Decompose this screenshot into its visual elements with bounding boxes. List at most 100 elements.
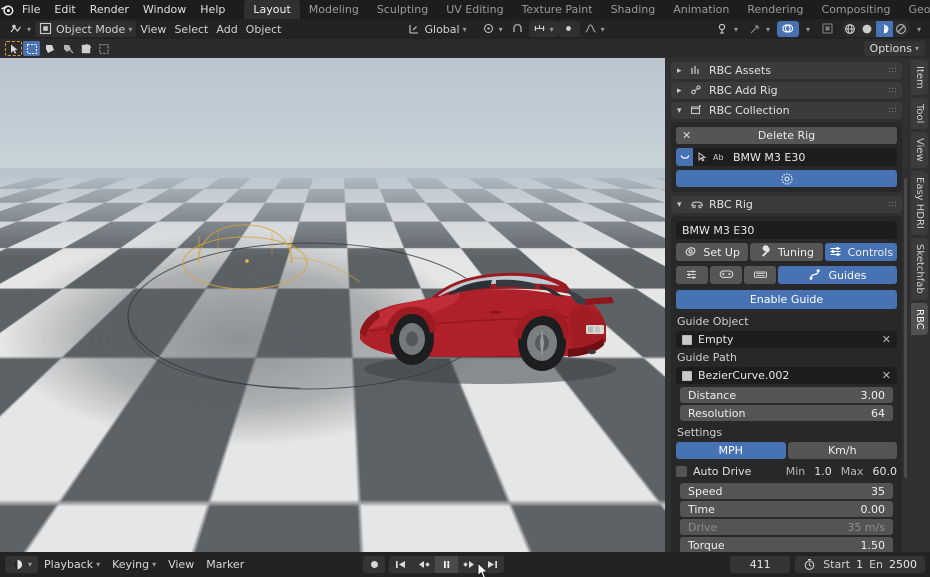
rendered-shading-icon[interactable] — [893, 21, 910, 37]
current-frame-field[interactable]: 411 — [730, 556, 791, 573]
torque-slider[interactable]: Torque 1.50 — [680, 537, 893, 552]
overlays-chevron-button[interactable]: ▾ — [802, 21, 814, 37]
guide-path-field[interactable]: BezierCurve.002 ✕ — [676, 367, 897, 384]
show-overlays-toggle[interactable] — [776, 21, 799, 37]
solid-shading-icon[interactable] — [859, 21, 876, 37]
panel-rbc-assets[interactable]: ▸ RBC Assets — [671, 62, 902, 79]
sidebar-tab-view[interactable]: View — [911, 132, 928, 168]
use-preview-range-icon[interactable] — [803, 558, 817, 572]
toggle-xray-button[interactable] — [817, 21, 839, 37]
tab-layout[interactable]: Layout — [244, 0, 300, 19]
subtab-keyboard[interactable] — [744, 266, 776, 284]
auto-drive-max-value[interactable]: 60.0 — [873, 465, 898, 478]
subtab-sliders[interactable] — [676, 266, 708, 284]
material-preview-shading-icon[interactable] — [875, 21, 893, 37]
collection-toggle-icon[interactable] — [676, 148, 693, 166]
falloff-selector[interactable]: ▾ — [580, 21, 609, 37]
pivot-point-selector[interactable]: ▾ — [478, 21, 507, 37]
viewport-menu-view[interactable]: View — [136, 21, 170, 37]
unit-mph-button[interactable]: MPH — [676, 442, 786, 459]
menu-render[interactable]: Render — [83, 0, 136, 19]
auto-drive-checkbox[interactable] — [676, 466, 687, 477]
snap-target-selector[interactable]: ▾ — [528, 21, 558, 37]
tab-set-up[interactable]: Set Up — [676, 243, 749, 261]
tab-animation[interactable]: Animation — [664, 0, 738, 19]
editor-type-icon[interactable]: ▾ — [5, 21, 35, 37]
time-slider[interactable]: Time 0.00 — [680, 501, 893, 517]
timeline-menu-view[interactable]: View — [162, 556, 200, 573]
car-object-bmw-m3-e30[interactable] — [340, 253, 630, 388]
tab-modeling[interactable]: Modeling — [300, 0, 368, 19]
tab-uv-editing[interactable]: UV Editing — [437, 0, 512, 19]
guide-object-field[interactable]: Empty ✕ — [676, 331, 897, 348]
sidebar-tab-item[interactable]: Item — [911, 60, 928, 95]
rename-ab-icon[interactable]: Ab — [710, 148, 727, 166]
timeline-menu-playback[interactable]: Playback ▾ — [38, 556, 106, 573]
sidebar-tab-tool[interactable]: Tool — [911, 97, 928, 130]
sidebar-tab-easy-hdri[interactable]: Easy HDRI — [911, 170, 928, 235]
select-circle-tool[interactable] — [41, 41, 58, 56]
proportional-edit-toggle[interactable] — [557, 21, 580, 37]
jump-to-end-icon[interactable] — [481, 556, 504, 573]
tab-rendering[interactable]: Rendering — [738, 0, 812, 19]
object-visibility-selector[interactable]: ▾ — [713, 21, 742, 37]
tab-texture-paint[interactable]: Texture Paint — [513, 0, 602, 19]
object-mode-selector[interactable]: Object Mode ▾ — [35, 21, 137, 37]
tab-controls[interactable]: Controls — [824, 243, 897, 261]
panel-rbc-rig[interactable]: ▾ RBC Rig — [671, 196, 902, 213]
tab-sculpting[interactable]: Sculpting — [368, 0, 437, 19]
tab-shading[interactable]: Shading — [602, 0, 665, 19]
sidebar-scrollbar[interactable] — [904, 178, 907, 478]
clear-guide-object-icon[interactable]: ✕ — [882, 333, 891, 346]
shading-chevron-button[interactable]: ▾ — [913, 21, 925, 37]
3d-viewport[interactable] — [0, 58, 665, 552]
viewport-menu-select[interactable]: Select — [170, 21, 212, 37]
cursor-arrow-icon[interactable] — [693, 148, 710, 166]
timeline-menu-marker[interactable]: Marker — [200, 556, 250, 573]
subtab-gamepad[interactable] — [710, 266, 742, 284]
move-tool[interactable] — [95, 41, 112, 56]
resolution-slider[interactable]: Resolution 64 — [680, 405, 893, 421]
wireframe-shading-icon[interactable] — [842, 21, 859, 37]
menu-edit[interactable]: Edit — [47, 0, 82, 19]
next-keyframe-icon[interactable] — [458, 556, 481, 573]
transform-orientation-selector[interactable]: Global ▾ — [404, 21, 471, 37]
auto-keying-record-icon[interactable] — [363, 556, 386, 573]
pause-playback-icon[interactable] — [435, 556, 459, 573]
select-lasso-tool[interactable] — [59, 41, 76, 56]
auto-drive-row[interactable]: Auto Drive Min 1.0 Max 60.0 — [676, 463, 897, 480]
viewport-menu-add[interactable]: Add — [212, 21, 241, 37]
viewport-menu-object[interactable]: Object — [242, 21, 286, 37]
panel-rbc-collection[interactable]: ▾ RBC Collection — [671, 102, 902, 119]
enable-guide-button[interactable]: Enable Guide — [676, 290, 897, 309]
tab-compositing[interactable]: Compositing — [813, 0, 900, 19]
tab-geometry-nodes[interactable]: Geometry Nodes — [899, 0, 930, 19]
select-box-tool[interactable] — [23, 41, 40, 56]
show-gizmo-toggle[interactable]: ▾ — [745, 21, 774, 37]
start-frame-value[interactable]: 1 — [856, 558, 863, 571]
distance-slider[interactable]: Distance 3.00 — [680, 387, 893, 403]
rig-action-button[interactable] — [676, 170, 897, 187]
menu-file[interactable]: File — [15, 0, 47, 19]
blender-logo-icon[interactable] — [0, 3, 15, 16]
jump-to-start-icon[interactable] — [389, 556, 412, 573]
menu-window[interactable]: Window — [136, 0, 193, 19]
timeline-editor-type-button[interactable]: ▾ — [5, 556, 39, 573]
end-frame-value[interactable]: 2500 — [889, 558, 917, 571]
menu-help[interactable]: Help — [193, 0, 232, 19]
subtab-guides[interactable]: Guides — [778, 266, 897, 284]
rig-name-field[interactable]: BMW M3 E30 — [676, 221, 897, 239]
sidebar-tab-rbc[interactable]: RBC — [911, 302, 928, 336]
auto-drive-min-value[interactable]: 1.0 — [814, 465, 832, 478]
tweak-select-tool[interactable] — [5, 41, 22, 56]
unit-kmh-button[interactable]: Km/h — [787, 442, 897, 459]
clear-guide-path-icon[interactable]: ✕ — [882, 369, 891, 382]
sidebar-tab-sketchfab[interactable]: Sketchfab — [911, 237, 928, 300]
panel-rbc-add-rig[interactable]: ▸ RBC Add Rig — [671, 82, 902, 99]
collection-rig-name-row[interactable]: Ab BMW M3 E30 — [676, 148, 897, 166]
tab-tuning[interactable]: Tuning — [750, 243, 823, 261]
viewport-options-button[interactable]: Options ▾ — [863, 41, 925, 56]
cursor-tool[interactable] — [77, 41, 94, 56]
delete-rig-button[interactable]: ✕ Delete Rig — [676, 127, 897, 144]
previous-keyframe-icon[interactable] — [412, 556, 435, 573]
